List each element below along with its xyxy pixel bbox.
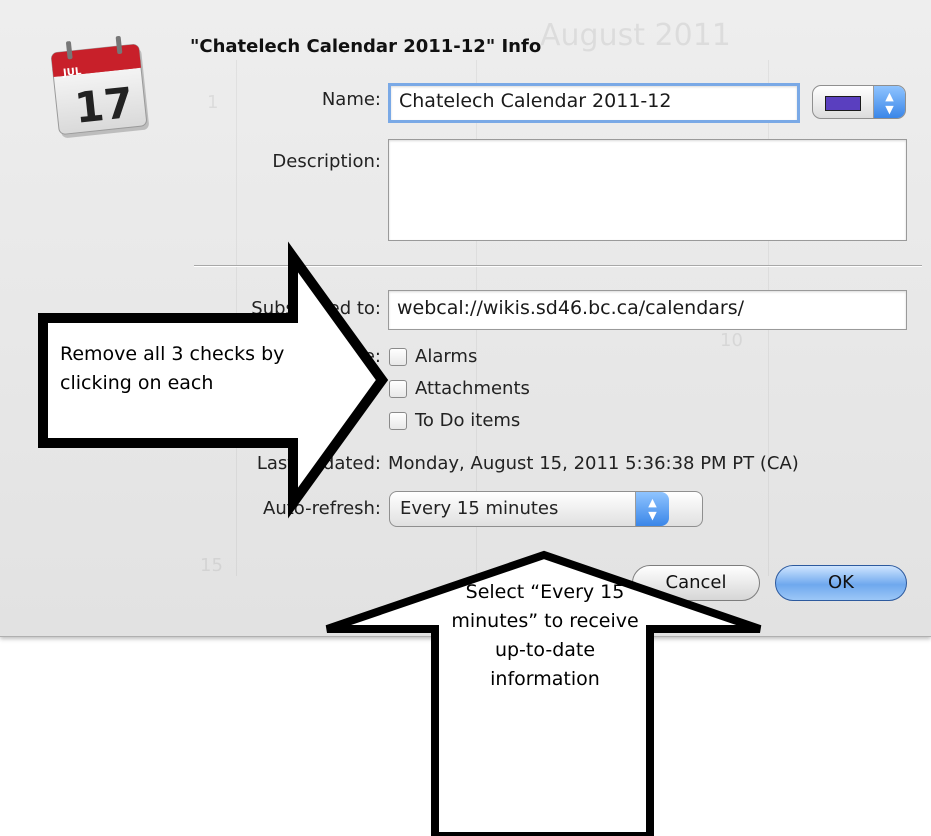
background-day-number: 10 xyxy=(720,330,743,351)
background-month-title: August 2011 xyxy=(540,18,731,53)
description-label: Description: xyxy=(272,151,381,172)
divider xyxy=(194,265,922,266)
remove-checks-callout: Remove all 3 checks by clicking on each xyxy=(60,343,285,394)
remove-todo-items-checkbox[interactable]: To Do items xyxy=(389,410,520,431)
auto-refresh-callout: Select “Every 15 minutes” to receive up-… xyxy=(451,581,639,690)
dialog-title: "Chatelech Calendar 2011-12" Info xyxy=(190,36,542,57)
last-updated-value: Monday, August 15, 2011 5:36:38 PM PT (C… xyxy=(388,453,799,474)
chevron-up-down-icon: ▲ ▼ xyxy=(873,86,905,118)
checkbox[interactable] xyxy=(389,379,407,398)
auto-refresh-label: Auto-refresh: xyxy=(263,498,381,519)
color-picker-popup[interactable]: ▲ ▼ xyxy=(812,85,906,119)
auto-refresh-value: Every 15 minutes xyxy=(400,498,559,519)
ok-button[interactable]: OK xyxy=(775,565,907,601)
remove-attachments-checkbox[interactable]: Attachments xyxy=(389,378,530,399)
color-swatch xyxy=(825,96,861,111)
auto-refresh-popup[interactable]: Every 15 minutes ▲ ▼ xyxy=(389,491,703,527)
calendar-icon: JUL 17 xyxy=(51,35,149,138)
calendar-icon-month: JUL xyxy=(62,66,83,79)
background-day-number: 1 xyxy=(207,92,219,113)
background-day-number: 15 xyxy=(200,555,223,576)
subscribed-label: Subscribed to: xyxy=(251,298,381,319)
remove-alarms-checkbox[interactable]: Alarms xyxy=(389,346,477,367)
last-updated-label: Last updated: xyxy=(256,453,381,474)
subscribed-url-field[interactable]: webcal://wikis.sd46.bc.ca/calendars/ xyxy=(388,290,907,330)
checkbox[interactable] xyxy=(389,347,407,366)
chevron-up-down-icon: ▲ ▼ xyxy=(635,492,669,526)
checkbox-label: To Do items xyxy=(415,410,521,431)
calendar-info-dialog: August 2011 1 8 10 15 JUL 17 "Chatelech … xyxy=(0,0,931,637)
checkbox-label: Attachments xyxy=(415,378,530,399)
calendar-icon-day: 17 xyxy=(72,78,135,133)
description-field[interactable] xyxy=(388,139,907,241)
name-field[interactable]: Chatelech Calendar 2011-12 xyxy=(388,83,800,123)
cancel-button[interactable]: Cancel xyxy=(632,565,760,601)
checkbox-label: Alarms xyxy=(415,346,478,367)
checkbox[interactable] xyxy=(389,411,407,430)
name-label: Name: xyxy=(321,89,381,110)
